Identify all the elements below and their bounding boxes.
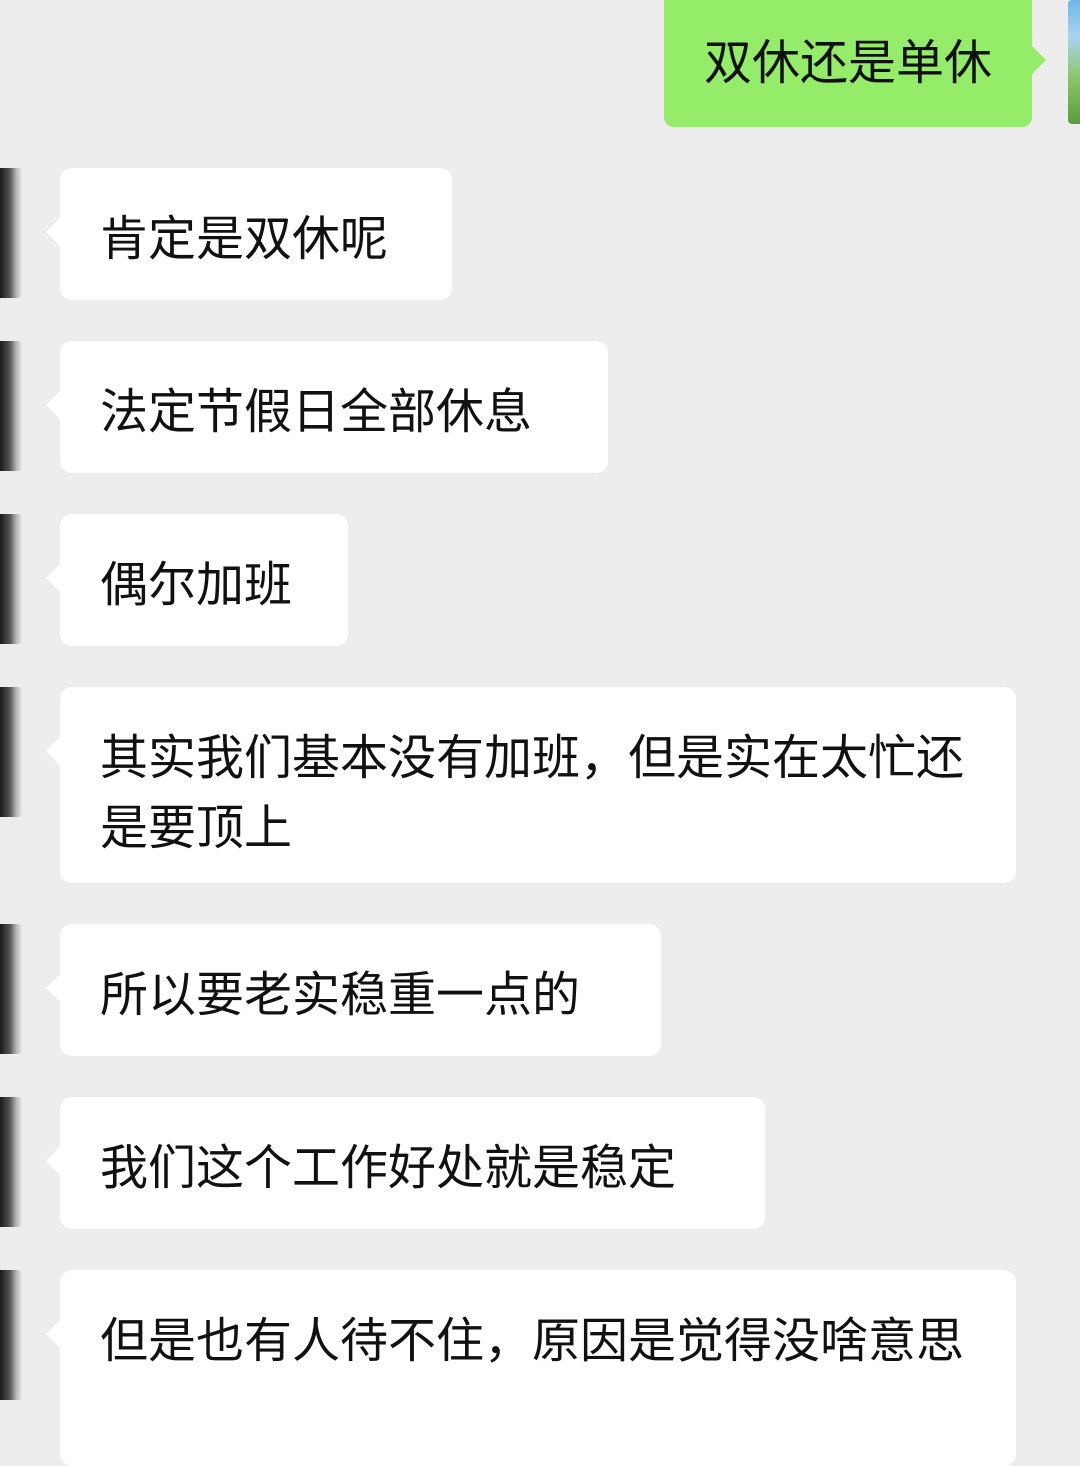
self-avatar[interactable] [1068,0,1080,124]
contact-avatar[interactable] [0,924,22,1054]
contact-avatar[interactable] [0,687,22,817]
message-bubble-incoming[interactable]: 其实我们基本没有加班，但是实在太忙还是要顶上 [46,687,1016,883]
message-row-outgoing: 双休还是单休 [0,0,1080,130]
chat-message-list[interactable]: 双休还是单休 肯定是双休呢 法定节假日全部休息 偶尔加班 其实我们基本没有加班，… [0,0,1080,1466]
contact-avatar[interactable] [0,1097,22,1227]
message-bubble-incoming[interactable]: 偶尔加班 [46,514,348,646]
contact-avatar[interactable] [0,514,22,644]
message-bubble-incoming[interactable]: 但是也有人待不住，原因是觉得没啥意思 [46,1270,1016,1466]
message-bubble-outgoing[interactable]: 双休还是单休 [663,0,1047,127]
message-bubble-incoming[interactable]: 所以要老实稳重一点的 [46,924,661,1056]
message-bubble-incoming[interactable]: 肯定是双休呢 [46,168,452,300]
contact-avatar[interactable] [0,341,22,471]
message-bubble-incoming[interactable]: 法定节假日全部休息 [46,341,608,473]
contact-avatar[interactable] [0,168,22,298]
message-bubble-incoming[interactable]: 我们这个工作好处就是稳定 [46,1097,765,1229]
contact-avatar[interactable] [0,1270,22,1400]
